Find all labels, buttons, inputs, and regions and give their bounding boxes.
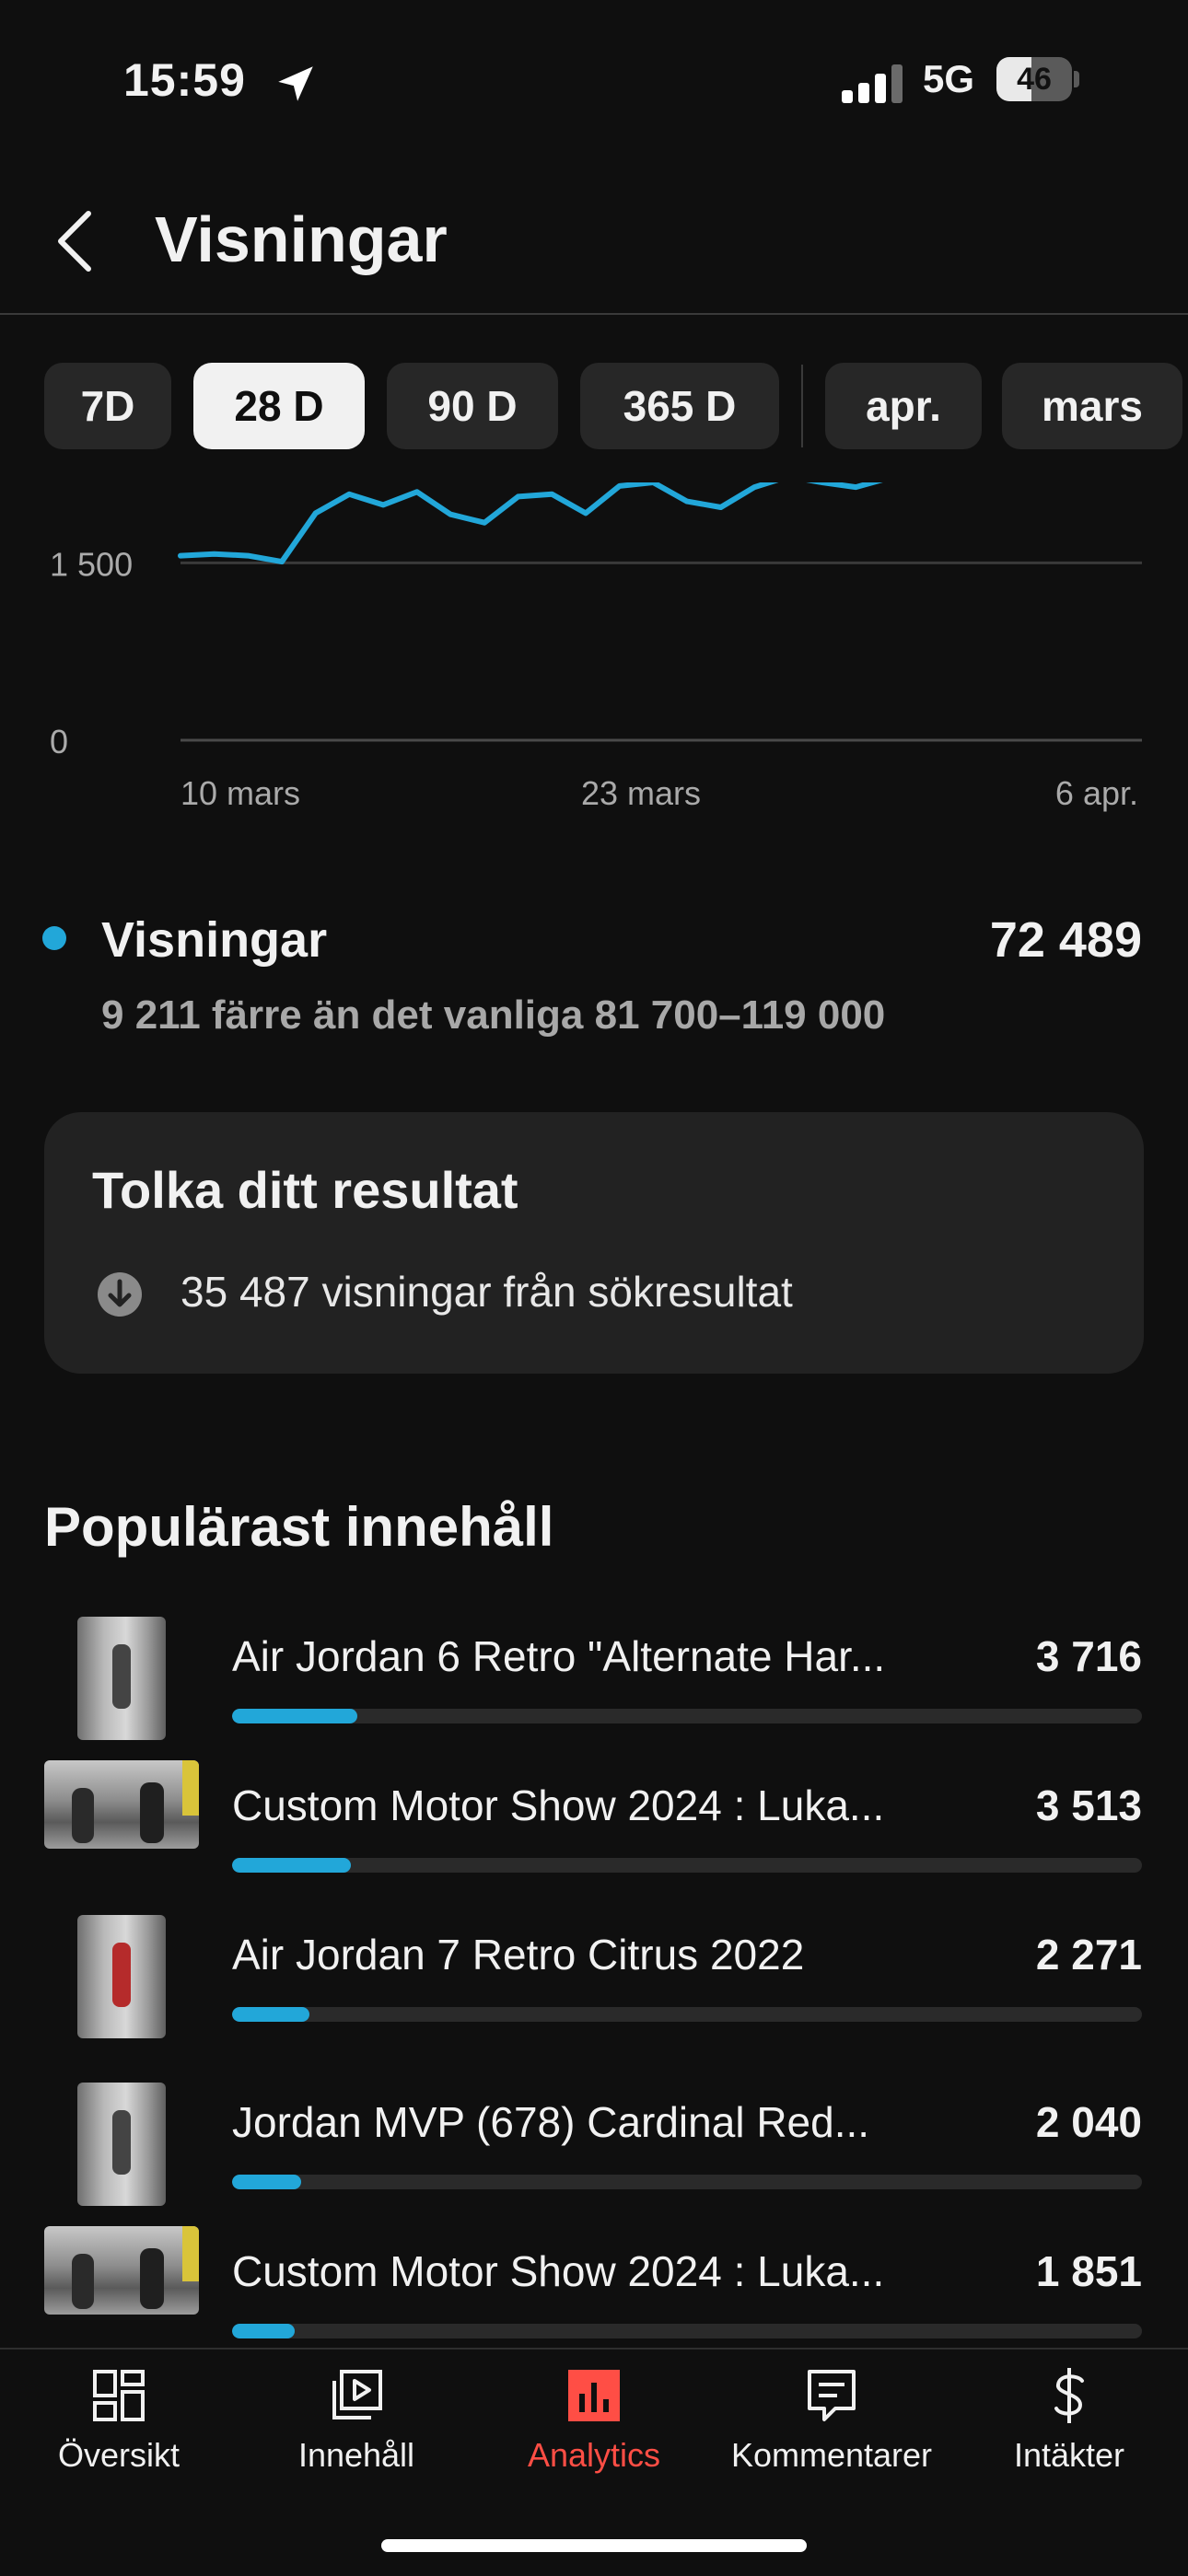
video-views: 3 513: [1035, 1781, 1142, 1829]
x-tick-label: 10 mars: [181, 774, 300, 812]
content-icon: [329, 2366, 384, 2425]
metric-comparison: 9 211 färre än det vanliga 81 700–119 00…: [101, 992, 886, 1038]
video-views: 1 851: [1035, 2247, 1142, 2295]
video-thumbnail: [77, 1617, 166, 1740]
views-line-chart: 0 1 500 10 mars 23 mars 6 apr.: [50, 482, 1142, 812]
y-tick-label: 1 500: [50, 545, 133, 583]
period-chip[interactable]: 7D: [44, 363, 171, 449]
status-time: 15:59: [123, 54, 246, 106]
metric-total: 72 489: [989, 912, 1142, 968]
video-title: Air Jordan 7 Retro Citrus 2022: [232, 1931, 805, 1978]
x-tick-label: 23 mars: [581, 774, 701, 812]
period-chip[interactable]: apr.: [825, 363, 982, 449]
video-thumbnail: [77, 1915, 166, 2038]
video-title: Custom Motor Show 2024 : Luka...: [232, 2247, 885, 2295]
popular-item[interactable]: Air Jordan 7 Retro Citrus 2022 2 271: [0, 1909, 1188, 2038]
video-views: 2 040: [1035, 2098, 1142, 2146]
y-tick-label: 0: [50, 723, 68, 760]
chip-separator: [801, 365, 803, 447]
views-share-fill: [232, 2324, 296, 2338]
views-share-fill: [232, 2007, 309, 2022]
views-share-fill: [232, 1709, 358, 1723]
popular-item[interactable]: Custom Motor Show 2024 : Luka... 3 513: [0, 1760, 1188, 1889]
nav-label: Analytics: [527, 2436, 661, 2474]
video-thumbnail: [44, 1760, 199, 1849]
analytics-icon: [566, 2366, 622, 2425]
views-share-fill: [232, 1858, 352, 1873]
video-title: Jordan MVP (678) Cardinal Red...: [232, 2098, 870, 2146]
battery-percent: 46: [1017, 62, 1052, 97]
x-tick-label: 6 apr.: [1055, 774, 1138, 812]
card-text: 35 487 visningar från sökresultat: [181, 1268, 793, 1316]
home-indicator: [381, 2539, 807, 2552]
nav-dashboard[interactable]: Översikt: [0, 2350, 238, 2515]
section-title: Populärast innehåll: [44, 1496, 554, 1558]
series-dot: [42, 926, 66, 950]
card-title: Tolka ditt resultat: [92, 1161, 518, 1219]
series-line: [178, 482, 883, 565]
popular-item[interactable]: Custom Motor Show 2024 : Luka... 1 851: [0, 2226, 1188, 2355]
views-share-fill: [232, 2175, 302, 2189]
header-divider: [0, 313, 1188, 315]
signal-icon: [842, 64, 903, 103]
nav-comments[interactable]: Kommentarer: [713, 2350, 950, 2515]
dollar-icon: [1042, 2366, 1097, 2425]
metric-label: Visningar: [101, 912, 328, 968]
nav-label: Översikt: [57, 2436, 180, 2474]
nav-content[interactable]: Innehåll: [238, 2350, 475, 2515]
views-share-bar: [232, 1709, 1142, 1723]
views-share-bar: [232, 1858, 1142, 1873]
arrow-down-circle-icon: [98, 1272, 142, 1317]
nav-label: Intäkter: [1013, 2436, 1125, 2474]
popular-item[interactable]: Jordan MVP (678) Cardinal Red... 2 040: [0, 2077, 1188, 2206]
location-arrow-icon: [278, 66, 313, 101]
popular-item[interactable]: Air Jordan 6 Retro "Alternate Har... 3 71…: [0, 1611, 1188, 1740]
video-views: 3 716: [1035, 1632, 1142, 1680]
network-type: 5G: [923, 57, 975, 100]
video-thumbnail: [77, 2083, 166, 2206]
video-thumbnail: [44, 2226, 199, 2315]
battery-icon: 46: [996, 57, 1081, 101]
video-views: 2 271: [1035, 1931, 1142, 1978]
nav-analytics[interactable]: Analytics: [475, 2350, 713, 2515]
period-chip[interactable]: mars: [1002, 363, 1182, 449]
views-share-bar: [232, 2324, 1142, 2338]
nav-label: Kommentarer: [730, 2436, 933, 2474]
period-chip[interactable]: 365 D: [580, 363, 779, 449]
back-arrow-icon[interactable]: [52, 208, 98, 274]
nav-label: Innehåll: [297, 2436, 415, 2474]
nav-dollar[interactable]: Intäkter: [950, 2350, 1188, 2515]
comments-icon: [804, 2366, 859, 2425]
period-chip[interactable]: 90 D: [387, 363, 558, 449]
dashboard-icon: [91, 2366, 146, 2425]
video-title: Air Jordan 6 Retro "Alternate Har...: [232, 1632, 886, 1680]
views-share-bar: [232, 2175, 1142, 2189]
views-share-bar: [232, 2007, 1142, 2022]
video-title: Custom Motor Show 2024 : Luka...: [232, 1781, 885, 1829]
page-title: Visningar: [155, 203, 448, 275]
insight-card[interactable]: Tolka ditt resultat 35 487 visningar frå…: [44, 1112, 1144, 1374]
period-chip[interactable]: 28 D: [193, 363, 365, 449]
